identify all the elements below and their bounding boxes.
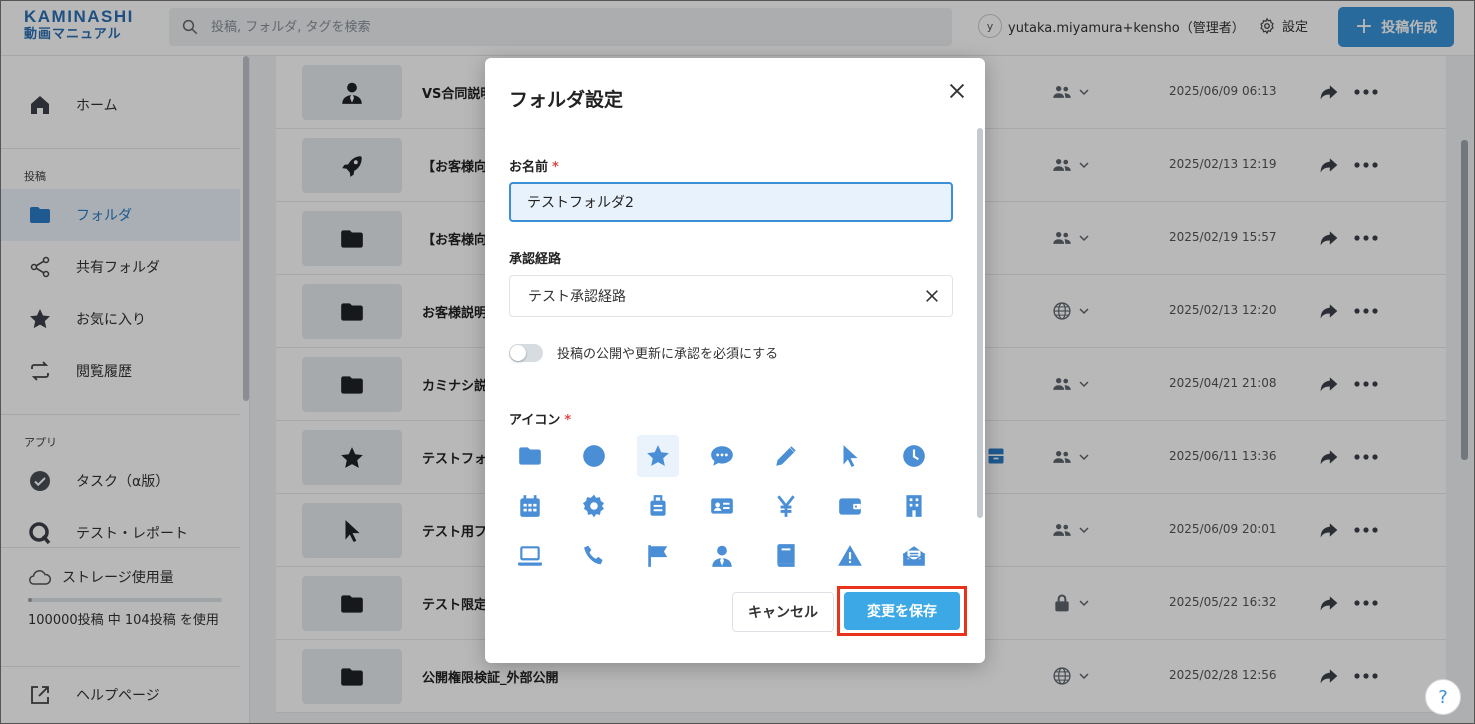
name-label: お名前 *	[509, 156, 559, 175]
help-button[interactable]: ?	[1425, 679, 1461, 715]
dialog-title: フォルダ設定	[509, 89, 624, 111]
icon-option-calendar[interactable]	[509, 485, 551, 527]
toggle-knob	[510, 344, 526, 361]
user-icon	[712, 545, 732, 567]
icon-option-clock[interactable]	[893, 435, 935, 477]
mail-open-icon	[902, 546, 926, 566]
laptop-icon	[518, 546, 542, 566]
icon-option-flag[interactable]	[637, 535, 679, 575]
icon-option-yen[interactable]	[765, 485, 807, 527]
dialog-scrollbar[interactable]	[977, 128, 983, 518]
yen-icon	[777, 495, 795, 517]
required-mark: *	[552, 160, 559, 175]
icon-option-gear[interactable]	[573, 485, 615, 527]
icon-option-chat[interactable]	[701, 435, 743, 477]
building-icon	[906, 495, 922, 517]
icon-option-laptop[interactable]	[509, 535, 551, 575]
icon-option-warning[interactable]	[829, 535, 871, 575]
icon-option-book[interactable]	[765, 535, 807, 575]
circle-icon	[583, 445, 605, 467]
icon-label-text: アイコン	[509, 413, 561, 428]
book-icon	[777, 544, 795, 567]
calendar-icon	[520, 495, 540, 517]
close-icon[interactable]	[946, 80, 968, 102]
flag-icon	[648, 545, 668, 567]
icon-option-wallet[interactable]	[829, 485, 871, 527]
icon-option-pencil[interactable]	[765, 435, 807, 477]
route-label: 承認経路	[509, 252, 562, 267]
wallet-icon	[839, 498, 861, 515]
approval-required-row: 投稿の公開や更新に承認を必須にする	[509, 343, 778, 362]
save-button-highlight: 変更を保存	[837, 586, 967, 636]
chat-icon	[711, 446, 733, 466]
icon-option-star[interactable]	[637, 435, 679, 477]
save-button[interactable]: 変更を保存	[844, 592, 960, 630]
icon-option-id-card[interactable]	[701, 485, 743, 527]
warning-icon	[838, 545, 862, 566]
approval-required-label: 投稿の公開や更新に承認を必須にする	[557, 347, 779, 362]
folder-settings-dialog: フォルダ設定 お名前* 承認経路 テスト承認経路 投稿の公開や更新に承認を必須に…	[485, 58, 985, 663]
approval-required-toggle[interactable]	[509, 343, 543, 362]
icon-option-luggage[interactable]	[637, 485, 679, 527]
folder-icon	[519, 447, 541, 465]
icon-option-circle[interactable]	[573, 435, 615, 477]
icon-option-mail-open[interactable]	[893, 535, 935, 575]
icon-option-cursor[interactable]	[829, 435, 871, 477]
name-label-text: お名前	[509, 160, 549, 175]
clear-icon[interactable]	[924, 288, 940, 304]
icon-option-folder[interactable]	[509, 435, 551, 477]
pencil-icon	[776, 446, 796, 466]
star-icon	[647, 445, 669, 466]
approval-route-select[interactable]: テスト承認経路	[509, 275, 953, 317]
icon-option-building[interactable]	[893, 485, 935, 527]
icon-label: アイコン *	[509, 409, 571, 428]
approval-route-value: テスト承認経路	[528, 289, 626, 305]
phone-icon	[584, 545, 603, 565]
luggage-icon	[650, 495, 666, 516]
cancel-button[interactable]: キャンセル	[732, 592, 834, 632]
gear-icon	[582, 494, 604, 518]
icon-option-user[interactable]	[701, 535, 743, 575]
folder-name-input[interactable]	[509, 182, 953, 222]
clock-icon	[903, 445, 925, 467]
cursor-icon	[843, 445, 858, 468]
icon-picker	[509, 435, 957, 575]
icon-option-phone[interactable]	[573, 535, 615, 575]
id-card-icon	[711, 498, 733, 514]
required-mark: *	[564, 413, 572, 428]
